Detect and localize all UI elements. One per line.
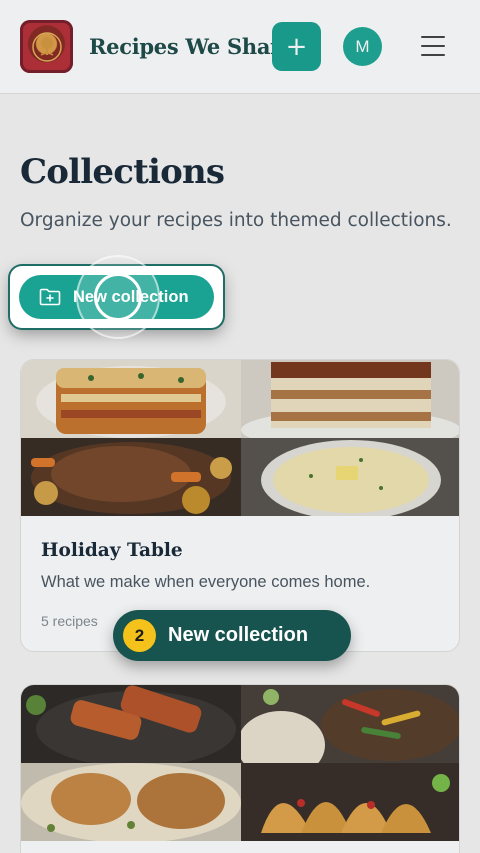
page-subtitle: Organize your recipes into themed collec… <box>20 210 452 231</box>
app-header: Recipes We Share + M <box>0 0 480 94</box>
fajitas-image <box>241 685 459 763</box>
salmon-image <box>21 685 241 763</box>
folder-plus-icon <box>39 288 61 306</box>
tacos-image <box>241 763 459 841</box>
collection-image-mosaic <box>21 360 459 516</box>
tiramisu-image <box>241 360 459 438</box>
step-label: New collection <box>168 624 309 646</box>
hamburger-line <box>421 54 445 56</box>
brand-name[interactable]: Recipes We Share <box>89 34 294 59</box>
step-number-badge: 2 <box>123 619 156 652</box>
app-logo[interactable] <box>20 20 73 73</box>
page-title: Collections <box>20 152 225 192</box>
mashed-potatoes-image <box>241 438 459 516</box>
collection-title[interactable]: Holiday Table <box>41 540 439 561</box>
collection-description: What we make when everyone comes home. <box>41 573 371 591</box>
collection-card[interactable] <box>20 684 460 853</box>
tutorial-step-callout: 2 New collection <box>113 610 351 661</box>
user-avatar[interactable]: M <box>343 27 382 66</box>
tree-icon <box>31 31 62 62</box>
hamburger-line <box>421 45 445 47</box>
menu-button[interactable] <box>418 33 448 59</box>
lasagna-image <box>21 360 241 438</box>
collection-image-mosaic <box>21 685 459 841</box>
plus-icon: + <box>285 31 308 62</box>
collection-card[interactable]: Holiday Table What we make when everyone… <box>20 359 460 652</box>
tap-indicator-inner <box>94 273 142 321</box>
pot-roast-image <box>21 438 241 516</box>
hamburger-icon <box>421 36 445 38</box>
chicken-pasta-image <box>21 763 241 841</box>
add-recipe-button[interactable]: + <box>272 22 321 71</box>
